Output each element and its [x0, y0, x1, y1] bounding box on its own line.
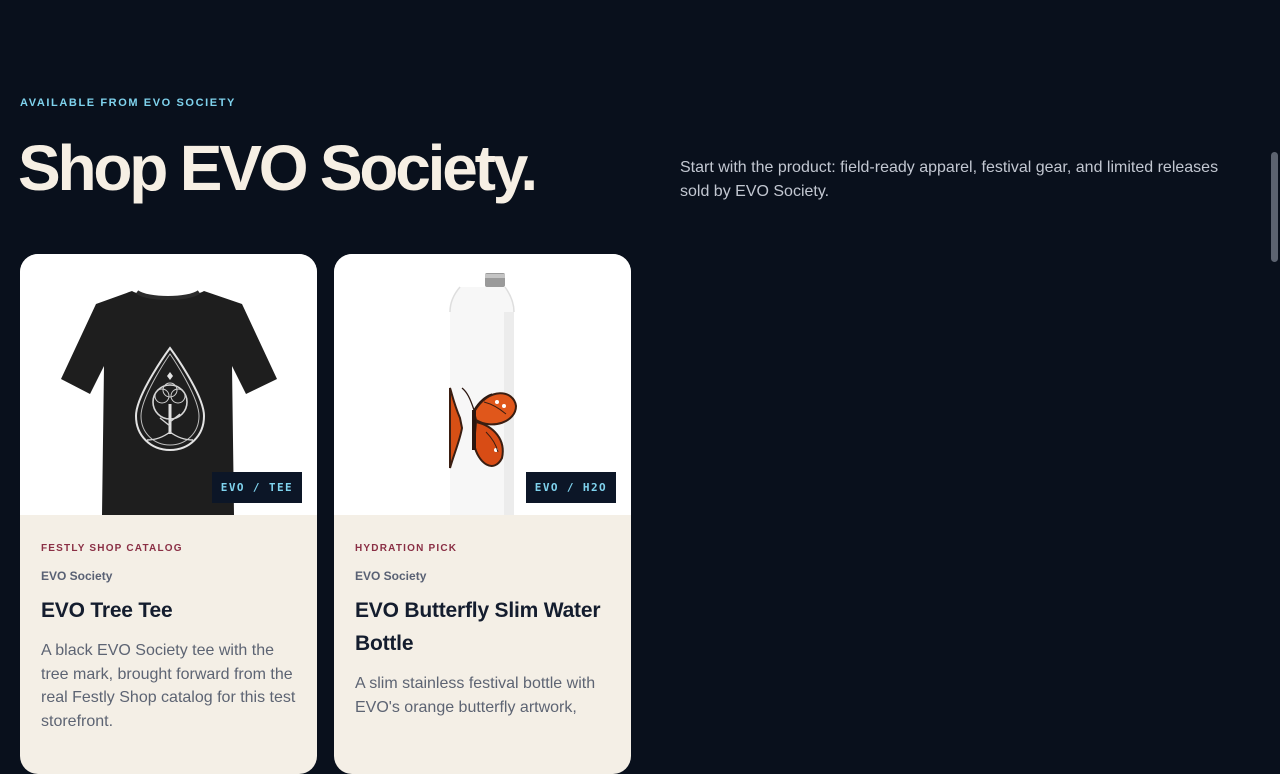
product-tag: EVO / H2O — [525, 472, 616, 503]
page-title: Shop EVO Society. — [18, 132, 538, 204]
product-card-butterfly-bottle[interactable]: EVO / H2O HYDRATION PICK EVO Society EVO… — [334, 254, 631, 774]
card-kicker: HYDRATION PICK — [355, 543, 458, 554]
product-card-tree-tee[interactable]: EVO / TEE FESTLY SHOP CATALOG EVO Societ… — [20, 254, 317, 774]
product-title[interactable]: EVO Butterfly Slim Water Bottle — [355, 594, 610, 660]
product-description: A slim stainless festival bottle with EV… — [355, 675, 596, 716]
product-title[interactable]: EVO Tree Tee — [41, 594, 296, 627]
product-image[interactable]: EVO / H2O — [334, 254, 631, 515]
product-image[interactable]: EVO / TEE — [20, 254, 317, 515]
scrollbar[interactable] — [1266, 148, 1280, 266]
card-brand: EVO Society — [41, 569, 113, 583]
card-body: HYDRATION PICK EVO Society EVO Butterfly… — [334, 515, 631, 719]
product-tag: EVO / TEE — [211, 472, 302, 503]
card-brand: EVO Society — [355, 569, 427, 583]
intro-text: Start with the product: field-ready appa… — [680, 159, 1219, 200]
eyebrow-label: AVAILABLE FROM EVO SOCIETY — [20, 97, 236, 109]
card-body: FESTLY SHOP CATALOG EVO Society EVO Tree… — [20, 515, 317, 733]
product-description: A black EVO Society tee with the tree ma… — [41, 642, 296, 730]
scrollbar-thumb[interactable] — [1271, 152, 1278, 262]
card-kicker: FESTLY SHOP CATALOG — [41, 543, 183, 554]
